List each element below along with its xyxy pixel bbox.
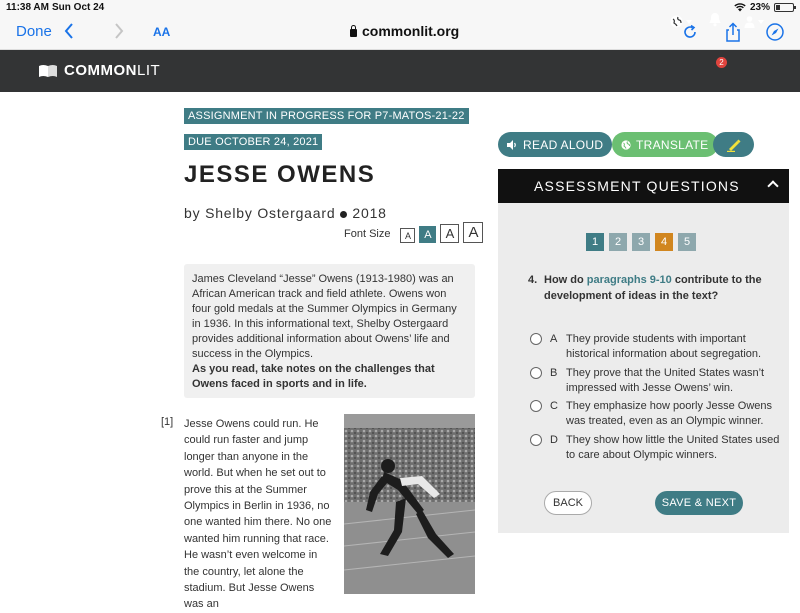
battery-fill bbox=[776, 5, 780, 10]
font-size-control: Font Size A A A A bbox=[344, 222, 484, 243]
bell-icon bbox=[709, 13, 721, 27]
question-nav-4[interactable]: 4 bbox=[655, 233, 673, 251]
sprinter-photo-image bbox=[344, 414, 475, 594]
option-text: They prove that the United States wasn’t… bbox=[566, 366, 765, 394]
article-photo[interactable] bbox=[344, 414, 475, 594]
option-letter: B bbox=[550, 366, 558, 379]
option-text: They provide students with important his… bbox=[566, 333, 762, 360]
lock-icon bbox=[350, 24, 357, 37]
url-text: commonlit.org bbox=[362, 23, 460, 39]
assignment-status-badge: ASSIGNMENT IN PROGRESS FOR P7-MATOS-21-2… bbox=[184, 108, 469, 124]
answer-option-d[interactable]: D They show how little the United States… bbox=[530, 432, 780, 466]
status-time: 11:38 AM bbox=[6, 2, 49, 13]
due-date-badge: DUE OCTOBER 24, 2021 bbox=[184, 134, 323, 150]
wifi-icon bbox=[734, 3, 746, 12]
assessment-panel: 1 2 3 4 5 4. How do paragraphs 9-10 cont… bbox=[498, 203, 789, 533]
read-aloud-label: READ ALOUD bbox=[523, 137, 604, 152]
option-letter: A bbox=[550, 333, 558, 345]
answer-option-c[interactable]: C They emphasize how poorly Jesse Owens … bbox=[530, 398, 780, 432]
compass-icon[interactable] bbox=[765, 22, 785, 42]
radio-button[interactable] bbox=[530, 433, 542, 446]
commonlit-logo[interactable]: COMMONLIT bbox=[38, 62, 160, 79]
status-date: Sun Oct 24 bbox=[52, 2, 105, 13]
intro-text: James Cleveland “Jesse” Owens (1913-1980… bbox=[192, 273, 457, 360]
paragraph-text[interactable]: Jesse Owens could run. He could run fast… bbox=[184, 416, 334, 613]
battery-icon bbox=[774, 3, 796, 12]
save-and-next-button[interactable]: SAVE & NEXT bbox=[655, 491, 743, 515]
paragraph-reference-link[interactable]: paragraphs 9-10 bbox=[587, 274, 672, 286]
share-icon[interactable] bbox=[723, 22, 743, 42]
author[interactable]: by Shelby Ostergaard bbox=[184, 205, 335, 221]
font-size-smallest-button[interactable]: A bbox=[400, 228, 416, 243]
question-text-start: How do bbox=[544, 274, 587, 286]
radio-button[interactable] bbox=[530, 400, 542, 412]
font-size-medium-button[interactable]: A bbox=[440, 224, 460, 243]
status-right: 23% bbox=[734, 2, 796, 13]
chevron-up-icon[interactable] bbox=[767, 180, 779, 192]
notifications-button[interactable] bbox=[708, 12, 722, 32]
answer-option-b[interactable]: B They prove that the United States wasn… bbox=[530, 365, 780, 399]
option-letter: C bbox=[550, 400, 558, 412]
notification-count-badge: 2 bbox=[716, 57, 727, 68]
font-size-label: Font Size bbox=[344, 228, 391, 240]
done-button[interactable]: Done bbox=[16, 23, 52, 40]
question-nav-1[interactable]: 1 bbox=[586, 233, 604, 251]
text-size-button[interactable]: AA bbox=[153, 25, 170, 39]
caret-down-icon bbox=[686, 19, 692, 24]
globe-icon bbox=[670, 15, 683, 28]
translate-label: TRANSLATE bbox=[636, 137, 709, 152]
radio-button[interactable] bbox=[530, 366, 542, 379]
intro-box: James Cleveland “Jesse” Owens (1913-1980… bbox=[184, 264, 475, 398]
back-button[interactable]: BACK bbox=[544, 491, 592, 515]
translate-button[interactable]: TRANSLATE bbox=[612, 132, 718, 157]
read-aloud-button[interactable]: READ ALOUD bbox=[498, 132, 613, 157]
logo-text-light: LIT bbox=[137, 62, 161, 79]
address-bar[interactable]: commonlit.org bbox=[350, 23, 459, 39]
answer-options: A They provide students with important h… bbox=[530, 331, 780, 465]
font-size-small-button[interactable]: A bbox=[419, 226, 437, 243]
battery-percent: 23% bbox=[749, 2, 770, 13]
back-chevron-icon[interactable] bbox=[64, 22, 74, 45]
question-nav-3[interactable]: 3 bbox=[632, 233, 650, 251]
intro-prompt: As you read, take notes on the challenge… bbox=[192, 363, 435, 390]
user-icon bbox=[744, 15, 755, 28]
byline: by Shelby Ostergaard 2018 bbox=[184, 205, 387, 221]
speaker-icon bbox=[507, 139, 516, 150]
answer-option-a[interactable]: A They provide students with important h… bbox=[530, 331, 780, 365]
question-navigator: 1 2 3 4 5 bbox=[586, 233, 696, 251]
assessment-header[interactable]: ASSESSMENT QUESTIONS bbox=[498, 169, 789, 203]
question-nav-5[interactable]: 5 bbox=[678, 233, 696, 251]
logo-text-bold: COMMON bbox=[64, 62, 137, 79]
site-header: COMMONLIT bbox=[0, 50, 800, 92]
option-text: They emphasize how poorly Jesse Owens wa… bbox=[566, 400, 773, 427]
highlight-button[interactable] bbox=[713, 132, 754, 157]
page-title: JESSE OWENS bbox=[184, 161, 376, 188]
font-size-large-button[interactable]: A bbox=[463, 222, 484, 243]
option-text: They show how little the United States u… bbox=[566, 433, 780, 461]
language-menu[interactable] bbox=[670, 13, 692, 31]
radio-button[interactable] bbox=[530, 333, 542, 345]
user-menu[interactable] bbox=[744, 13, 764, 31]
question-text: How do paragraphs 9-10 contribute to the… bbox=[544, 273, 778, 304]
separator-dot bbox=[340, 210, 348, 218]
caret-down-icon bbox=[758, 19, 764, 24]
question-number: 4. bbox=[528, 274, 538, 286]
book-icon bbox=[39, 64, 57, 77]
assessment-title: ASSESSMENT QUESTIONS bbox=[534, 178, 740, 194]
question-nav-2[interactable]: 2 bbox=[609, 233, 627, 251]
paragraph-number: [1] bbox=[161, 416, 174, 428]
globe-icon bbox=[621, 139, 631, 150]
highlighter-icon bbox=[726, 139, 740, 152]
forward-chevron-icon[interactable] bbox=[114, 22, 124, 45]
option-letter: D bbox=[550, 433, 558, 446]
publication-year: 2018 bbox=[352, 205, 387, 221]
